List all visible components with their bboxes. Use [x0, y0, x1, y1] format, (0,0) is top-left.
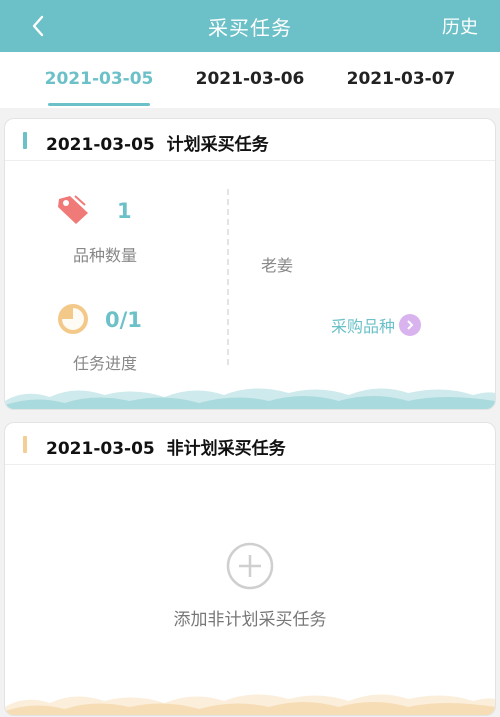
top-bar: 采买任务 历史	[0, 0, 500, 52]
progress-value: 0/1	[105, 308, 142, 332]
card-date: 2021-03-05	[46, 439, 155, 459]
card-header: 2021-03-05 非计划采买任务	[5, 423, 495, 465]
purchase-varieties-link[interactable]: 采购品种	[331, 313, 422, 337]
progress-label: 任务进度	[73, 354, 138, 373]
active-tab-indicator	[48, 103, 150, 106]
tab-date-3[interactable]: 2021-03-07	[326, 69, 476, 89]
tab-date-1[interactable]: 2021-03-05	[24, 69, 174, 89]
progress-pie-icon	[58, 304, 88, 334]
unplanned-task-card: 2021-03-05 非计划采买任务 添加非计划采买任务	[4, 422, 496, 716]
card-title: 2021-03-05 计划采买任务	[46, 130, 269, 155]
page-title: 采买任务	[208, 16, 292, 40]
planned-task-card: 2021-03-05 计划采买任务 1 品种数量 0/1 任务进度 老姜 采购品…	[4, 118, 496, 410]
chevron-right-icon	[399, 314, 422, 336]
tab-date-2[interactable]: 2021-03-06	[175, 69, 325, 89]
plus-circle-icon	[226, 542, 274, 590]
wave-decoration	[5, 388, 495, 409]
variety-count-label: 品种数量	[73, 246, 138, 265]
date-tabs: 2021-03-05 2021-03-06 2021-03-07	[0, 52, 500, 108]
card-title-text: 非计划采买任务	[166, 439, 286, 459]
card-title-text: 计划采买任务	[166, 135, 269, 155]
divider	[227, 189, 229, 365]
variety-item: 老姜	[261, 256, 294, 275]
card-title: 2021-03-05 非计划采买任务	[46, 434, 286, 459]
purchase-link-label: 采购品种	[331, 317, 396, 336]
price-tag-icon	[58, 195, 88, 224]
card-date: 2021-03-05	[46, 135, 155, 155]
history-button[interactable]: 历史	[442, 13, 478, 39]
card-marker	[23, 132, 27, 149]
add-unplanned-task-button[interactable]: 添加非计划采买任务	[5, 541, 495, 630]
wave-decoration	[5, 694, 495, 715]
card-marker	[23, 436, 27, 453]
card-header: 2021-03-05 计划采买任务	[5, 119, 495, 161]
variety-count: 1	[117, 199, 132, 223]
add-unplanned-task-label: 添加非计划采买任务	[173, 610, 327, 630]
